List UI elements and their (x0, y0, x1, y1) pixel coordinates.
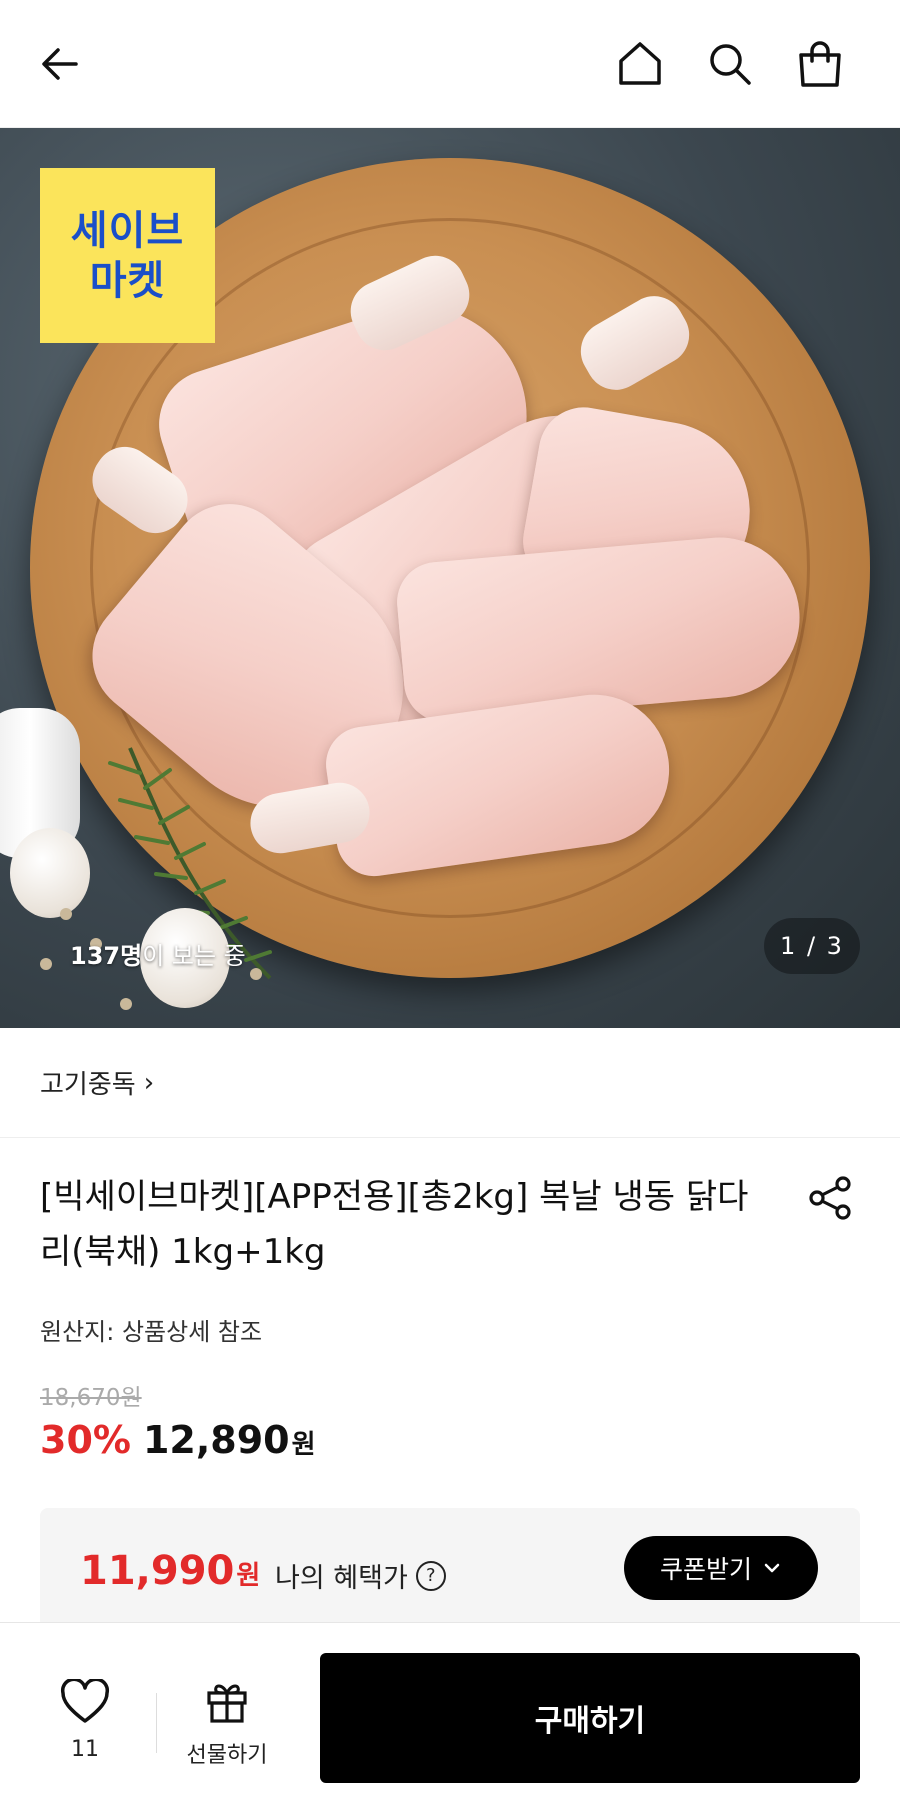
gift-button[interactable]: 선물하기 (172, 1679, 282, 1769)
buy-button[interactable]: 구매하기 (320, 1653, 860, 1783)
home-icon[interactable] (610, 34, 670, 94)
chevron-down-icon (764, 1563, 780, 1573)
brand-badge-line-2: 마켓 (89, 257, 166, 304)
store-link[interactable]: 고기중독 › (0, 1028, 900, 1138)
help-icon[interactable]: ? (415, 1560, 446, 1591)
benefit-label: 나의 혜택가 ? (275, 1556, 446, 1595)
back-arrow-icon[interactable] (30, 34, 90, 94)
gift-label: 선물하기 (186, 1743, 268, 1768)
product-title: [빅세이브마켓][APP전용][총2kg] 복날 냉동 닭다리(북채) 1kg+… (40, 1177, 749, 1272)
share-icon[interactable] (800, 1168, 860, 1228)
original-price: 18,670원 (40, 1385, 142, 1411)
benefit-label-text: 나의 혜택가 (275, 1563, 408, 1594)
coupon-button-label: 쿠폰받기 (659, 1555, 752, 1584)
viewers-suffix: 이 보는 중 (142, 942, 246, 970)
live-viewers-text: 137명이 보는 중 (70, 936, 246, 971)
product-image-carousel[interactable]: 세이브 마켓 137명이 보는 중 1 / 3 (0, 128, 900, 1028)
origin-info: 원산지: 상품상세 참조 (40, 1318, 263, 1346)
brand-badge: 세이브 마켓 (40, 168, 215, 343)
benefit-price: 11,990원 (80, 1548, 260, 1594)
gift-icon (207, 1684, 247, 1723)
viewers-count: 137명 (70, 942, 143, 970)
discount-rate: 30% (40, 1418, 131, 1462)
brand-badge-line-1: 세이브 (70, 207, 185, 254)
store-name: 고기중독 (40, 1070, 136, 1100)
divider (156, 1693, 157, 1753)
sale-price: 12,890 (142, 1418, 290, 1462)
benefit-price-unit: 원 (236, 1561, 261, 1591)
like-count: 11 (71, 1737, 99, 1762)
get-coupon-button[interactable]: 쿠폰받기 (624, 1536, 818, 1600)
image-page-indicator: 1 / 3 (764, 918, 860, 974)
bottom-action-bar: 11 선물하기 구매하기 (0, 1622, 900, 1814)
like-button[interactable]: 11 (50, 1679, 120, 1762)
price-row: 30% 12,890 원 (40, 1418, 316, 1462)
shopping-bag-icon[interactable] (790, 34, 850, 94)
top-app-bar (0, 0, 900, 128)
search-icon[interactable] (700, 34, 760, 94)
chevron-right-icon: › (143, 1067, 155, 1098)
benefit-price-box: 11,990원 나의 혜택가 ? 쿠폰받기 (40, 1508, 860, 1628)
heart-icon (60, 1679, 110, 1723)
price-unit: 원 (291, 1430, 316, 1460)
benefit-price-value: 11,990 (80, 1548, 235, 1594)
